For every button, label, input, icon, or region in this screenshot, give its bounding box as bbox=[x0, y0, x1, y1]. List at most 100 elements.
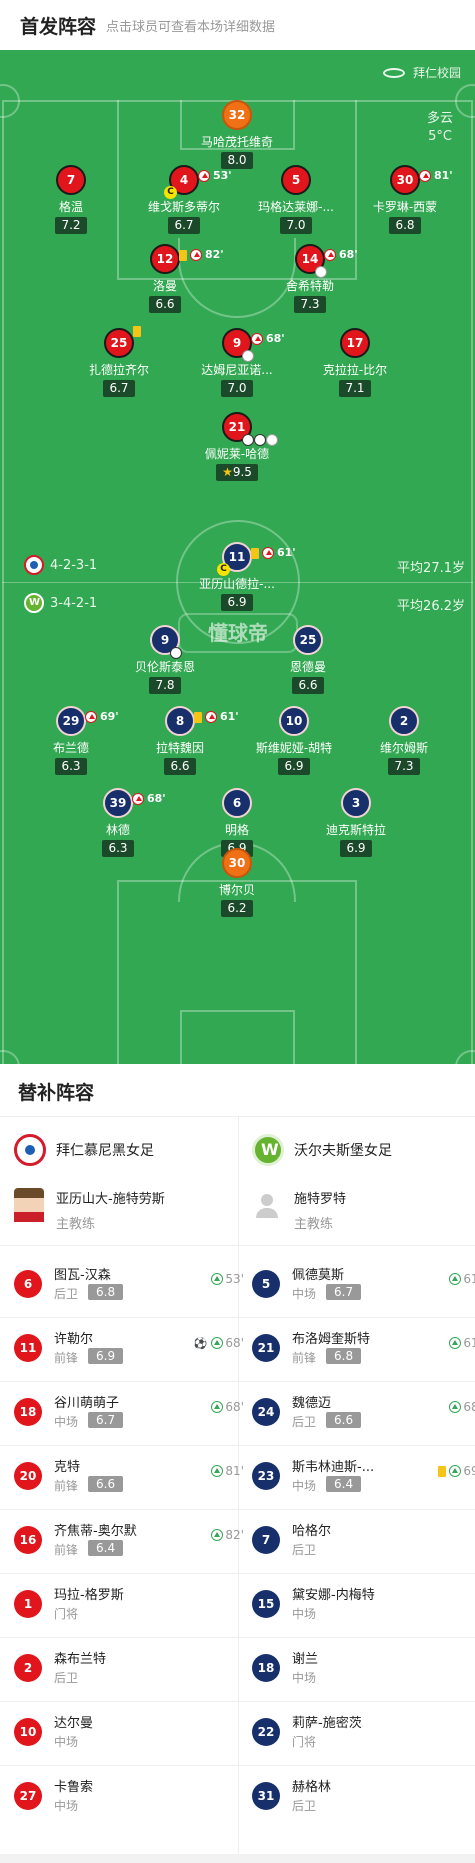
sub-row-away-24[interactable]: 24 魏德迈后卫 6.6 68' bbox=[252, 1382, 475, 1446]
sub-row-home-2[interactable]: 2 森布兰特 后卫 bbox=[14, 1638, 244, 1702]
player-away-39[interactable]: 39 68' 林德 6.3 bbox=[58, 788, 178, 857]
sub-minute: 68' bbox=[339, 248, 358, 261]
goal-ball-icon bbox=[254, 434, 266, 446]
sub-row-away-7[interactable]: 7 哈格尔 后卫 bbox=[252, 1510, 475, 1574]
player-home-32[interactable]: 32 马哈茂托维奇 8.0 bbox=[177, 100, 297, 169]
sub-row-away-31[interactable]: 31 赫格林 后卫 bbox=[252, 1766, 475, 1830]
sub-row-away-5[interactable]: 5 佩德莫斯中场 6.7 61' bbox=[252, 1254, 475, 1318]
sub-row-away-18[interactable]: 18 谢兰 中场 bbox=[252, 1638, 475, 1702]
player-name: 达姆尼亚诺... bbox=[201, 363, 273, 377]
coach-role: 主教练 bbox=[56, 1217, 96, 1232]
player-away-30[interactable]: 30 博尔贝 6.2 bbox=[177, 848, 297, 917]
player-away-10[interactable]: 10 斯维妮娅-胡特 6.9 bbox=[234, 706, 354, 775]
weather: 多云 5°C bbox=[427, 110, 453, 146]
player-home-7[interactable]: 7 格温 7.2 bbox=[11, 165, 131, 234]
sub-number: 1 bbox=[14, 1590, 42, 1618]
sub-row-home-18[interactable]: 18 谷川萌萌子 中场 6.7 68' bbox=[14, 1382, 244, 1446]
sub-row-home-1[interactable]: 1 玛拉-格罗斯 门将 bbox=[14, 1574, 244, 1638]
rating-value: 6.9 bbox=[284, 759, 304, 773]
assist-boot-icon bbox=[315, 266, 327, 278]
sub-position: 中场 bbox=[54, 1799, 79, 1813]
sub-row-away-22[interactable]: 22 莉萨-施密茨 门将 bbox=[252, 1702, 475, 1766]
sub-minute: 68' bbox=[147, 792, 166, 805]
player-rating: 6.6 bbox=[164, 758, 196, 775]
sub-off-icon bbox=[132, 793, 144, 805]
away-team-header[interactable]: W 沃尔夫斯堡女足 bbox=[252, 1134, 392, 1166]
sub-row-home-27[interactable]: 27 卡鲁索 中场 bbox=[14, 1766, 244, 1830]
player-away-9[interactable]: 9 贝伦斯泰恩 7.8 bbox=[105, 625, 225, 694]
player-home-12[interactable]: 12 82' 洛曼 6.6 bbox=[105, 244, 225, 313]
sub-number: 10 bbox=[14, 1718, 42, 1746]
player-away-29[interactable]: 29 69' 布兰德 6.3 bbox=[11, 706, 131, 775]
player-home-17[interactable]: 17 克拉拉-比尔 7.1 bbox=[295, 328, 415, 397]
sub-rating: 6.7 bbox=[326, 1284, 362, 1300]
away-formation: W 3-4-2-1 bbox=[24, 593, 97, 613]
sub-off-icon bbox=[419, 170, 431, 182]
goal-ball-icon bbox=[170, 647, 182, 659]
sub-row-home-6[interactable]: 6 图瓦-汉森 后卫 6.8 53' bbox=[14, 1254, 244, 1318]
player-name: 格温 bbox=[58, 200, 83, 214]
coach-avatar bbox=[14, 1188, 44, 1222]
player-home-4[interactable]: 4 C 53' 维戈斯多蒂尔 6.7 bbox=[124, 165, 244, 234]
sub-row-home-20[interactable]: 20 克特 前锋 6.6 81' bbox=[14, 1446, 244, 1510]
player-name: 亚历山德拉-... bbox=[199, 577, 275, 591]
home-coach[interactable]: 亚历山大-施特劳斯 主教练 bbox=[14, 1188, 165, 1232]
sub-off-icon bbox=[205, 711, 217, 723]
player-events: 61' bbox=[251, 540, 296, 566]
sub-rating: 6.4 bbox=[326, 1476, 362, 1492]
lineup-header: 首发阵容 点击球员可查看本场详细数据 bbox=[0, 0, 475, 50]
sub-in-minute: 82' bbox=[225, 1528, 244, 1542]
sub-position: 中场 bbox=[54, 1415, 79, 1429]
player-away-25[interactable]: 25 恩德曼 6.6 bbox=[248, 625, 368, 694]
sub-minute: 69' bbox=[100, 710, 119, 723]
player-away-6[interactable]: 6明格6.9 bbox=[177, 788, 297, 857]
rating-value: 6.6 bbox=[170, 759, 190, 773]
player-away-3[interactable]: 3 迪克斯特拉 6.9 bbox=[296, 788, 416, 857]
player-home-9[interactable]: 9 68' 达姆尼亚诺... 7.0 bbox=[177, 328, 297, 397]
stadium-icon bbox=[382, 67, 405, 78]
player-home-5[interactable]: 5 玛格达莱娜-... 7.0 bbox=[236, 165, 356, 234]
bayern-logo-icon bbox=[24, 555, 44, 575]
sub-name: 佩德莫斯 bbox=[292, 1268, 345, 1283]
player-away-8[interactable]: 8 61' 拉特魏因 6.6 bbox=[120, 706, 240, 775]
sub-in: 68' bbox=[449, 1400, 475, 1414]
sub-name: 黛安娜-内梅特 bbox=[292, 1588, 375, 1603]
goal-box-bottom bbox=[180, 1010, 295, 1064]
sub-row-away-21[interactable]: 21 布洛姆奎斯特前锋 6.8 61' bbox=[252, 1318, 475, 1382]
player-home-30[interactable]: 30 81' 卡罗琳-西蒙 6.8 bbox=[345, 165, 465, 234]
assist-boot-icon bbox=[266, 434, 278, 446]
player-rating: 7.2 bbox=[55, 217, 87, 234]
sub-row-home-16[interactable]: 16 齐焦蒂-奥尔默 前锋 6.4 82' bbox=[14, 1510, 244, 1574]
sub-in: 81' bbox=[211, 1464, 244, 1478]
player-away-2[interactable]: 2 维尔姆斯 7.3 bbox=[344, 706, 464, 775]
bayern-logo-icon bbox=[14, 1134, 46, 1166]
player-name: 舍希特勒 bbox=[285, 279, 334, 293]
away-coach[interactable]: 施特罗特 主教练 bbox=[252, 1188, 346, 1232]
home-team-header[interactable]: 拜仁慕尼黑女足 bbox=[14, 1134, 154, 1166]
coach-avatar-placeholder-icon bbox=[252, 1188, 282, 1222]
sub-position: 门将 bbox=[54, 1607, 79, 1621]
sub-row-home-10[interactable]: 10 达尔曼 中场 bbox=[14, 1702, 244, 1766]
player-rating: 6.9 bbox=[340, 840, 372, 857]
sub-position: 中场 bbox=[292, 1607, 317, 1621]
rating-value: 7.8 bbox=[155, 678, 175, 692]
sub-in-minute: 81' bbox=[225, 1464, 244, 1478]
player-home-25[interactable]: 25 扎德拉齐尔 6.7 bbox=[59, 326, 179, 397]
rating-value: 6.7 bbox=[174, 218, 194, 232]
subs-title: 替补阵容 bbox=[18, 1082, 95, 1104]
player-name: 克拉拉-比尔 bbox=[322, 363, 388, 377]
sub-row-away-23[interactable]: 23 斯韦林迪斯-... 中场 6.4 69' bbox=[252, 1446, 475, 1510]
sub-row-away-15[interactable]: 15 黛安娜-内梅特 中场 bbox=[252, 1574, 475, 1638]
venue-name: 拜仁校园 bbox=[412, 66, 461, 80]
sub-in-icon bbox=[211, 1273, 224, 1285]
sub-position: 前锋 bbox=[54, 1479, 79, 1493]
sub-row-home-11[interactable]: 11 许勒尔 前锋 6.9 ⚽ 68' bbox=[14, 1318, 244, 1382]
player-away-11[interactable]: 11 C 61' 亚历山德拉-... 6.9 bbox=[177, 542, 297, 611]
player-events: 81' bbox=[419, 163, 453, 189]
player-home-21[interactable]: 21 佩妮莱-哈德 ★9.5 bbox=[177, 412, 297, 481]
away-team-name: 沃尔夫斯堡女足 bbox=[294, 1143, 392, 1159]
player-home-14[interactable]: 14 68' 舍希特勒 7.3 bbox=[250, 244, 370, 313]
rating-value: 6.2 bbox=[227, 901, 247, 915]
assist-boot-icon bbox=[242, 350, 254, 362]
sub-off-icon bbox=[190, 249, 202, 261]
